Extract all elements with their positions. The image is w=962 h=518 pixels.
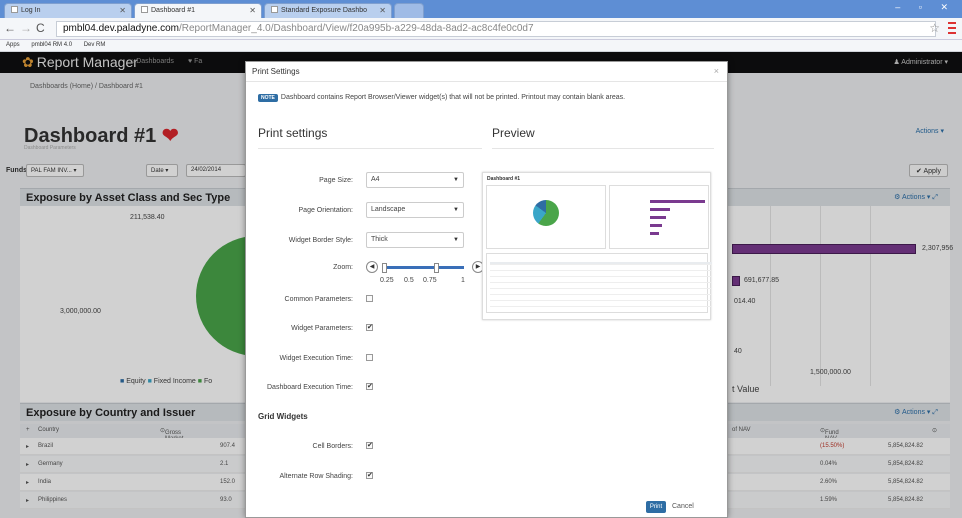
preview-table-row <box>490 286 712 289</box>
preview-table-row <box>490 274 712 277</box>
preview-table-row <box>490 298 712 301</box>
close-icon[interactable]: × <box>714 66 719 76</box>
preview-table-row <box>490 292 712 295</box>
chevron-down-icon: ▼ <box>453 237 459 243</box>
preview-widget-table <box>486 253 712 313</box>
browser-tabbar: Log In ✕ Dashboard #1 ✕ Standard Exposure … <box>0 0 962 18</box>
dashboard-exec-time-label: Dashboard Execution Time: <box>267 384 353 391</box>
common-params-label: Common Parameters: <box>284 296 353 303</box>
dashboard-exec-time-checkbox[interactable]: ✔ <box>366 383 373 390</box>
note-badge: NOTE <box>258 94 278 102</box>
page-size-label: Page Size: <box>319 177 353 184</box>
chevron-down-icon: ▼ <box>453 177 459 183</box>
cell-borders-label: Cell Borders: <box>312 443 353 450</box>
tab-log-in[interactable]: Log In ✕ <box>4 3 132 18</box>
preview-bar <box>650 224 662 227</box>
widget-params-label: Widget Parameters: <box>291 325 353 332</box>
preview-table-row <box>490 268 712 271</box>
url-input[interactable]: pmbl04.dev.paladyne.com/ReportManager_4.… <box>56 21 936 37</box>
chevron-down-icon: ▼ <box>453 207 459 213</box>
close-icon[interactable]: ✕ <box>119 6 126 15</box>
zoom-decrease-icon[interactable]: ◀ <box>366 261 378 273</box>
page-orientation-select[interactable]: Landscape ▼ <box>366 202 464 218</box>
bookmark-dev-rm[interactable]: Dev RM <box>84 42 106 48</box>
print-preview: Dashboard #1 <box>482 172 712 320</box>
preview-doc-title: Dashboard #1 <box>487 176 521 182</box>
preview-bar <box>650 200 705 203</box>
zoom-tick: 1 <box>461 277 465 284</box>
border-style-label: Widget Border Style: <box>288 237 353 244</box>
divider <box>258 148 482 149</box>
star-icon[interactable]: ☆ <box>929 21 940 35</box>
tab-dashboard[interactable]: Dashboard #1 ✕ <box>134 3 262 18</box>
page-icon <box>141 6 148 13</box>
address-bar: ← → C pmbl04.dev.paladyne.com/ReportMana… <box>0 18 962 40</box>
preview-table-row <box>490 262 712 265</box>
print-settings-modal: Print Settings × NOTE Dashboard contains … <box>245 61 728 518</box>
back-icon[interactable]: ← <box>4 21 16 35</box>
page-orientation-label: Page Orientation: <box>298 207 353 214</box>
page-size-select[interactable]: A4 ▼ <box>366 172 464 188</box>
close-icon[interactable]: ✕ <box>249 6 256 15</box>
preview-pie <box>533 200 559 226</box>
preview-bar <box>650 216 666 219</box>
page-icon <box>271 6 278 13</box>
preview-heading: Preview <box>492 126 535 140</box>
menu-icon[interactable] <box>948 22 956 34</box>
modal-header: Print Settings × <box>246 62 727 82</box>
print-settings-heading: Print settings <box>258 126 328 140</box>
common-params-checkbox[interactable] <box>366 295 373 302</box>
preview-table-row <box>490 304 712 307</box>
divider <box>492 148 714 149</box>
close-icon[interactable]: ✕ <box>379 6 386 15</box>
preview-bar <box>650 208 670 211</box>
zoom-label: Zoom: <box>333 264 353 271</box>
page-icon <box>11 6 18 13</box>
zoom-slider-handle[interactable] <box>382 263 387 273</box>
modal-title: Print Settings <box>252 67 300 76</box>
bookmark-apps[interactable]: Apps <box>6 42 20 48</box>
window-controls[interactable]: – ▫ ✕ <box>895 2 956 13</box>
print-button[interactable]: Print <box>646 501 666 513</box>
cancel-button[interactable]: Cancel <box>672 503 694 510</box>
preview-widget-bars <box>609 185 709 249</box>
zoom-tick: 0.25 <box>380 277 394 284</box>
widget-params-checkbox[interactable]: ✔ <box>366 324 373 331</box>
border-style-select[interactable]: Thick ▼ <box>366 232 464 248</box>
bookmark-rm[interactable]: pmbl04 RM 4.0 <box>31 42 72 48</box>
reload-icon[interactable]: C <box>36 21 45 35</box>
print-note: NOTE Dashboard contains Report Browser/Vi… <box>258 94 625 102</box>
cell-borders-checkbox[interactable]: ✔ <box>366 442 373 449</box>
widget-exec-time-label: Widget Execution Time: <box>279 355 353 362</box>
tab-standard-exposure[interactable]: Standard Exposure Dashbo ✕ <box>264 3 392 18</box>
new-tab-button[interactable] <box>394 3 424 18</box>
bookmarks-bar: Apps pmbl04 RM 4.0 Dev RM <box>0 40 962 52</box>
widget-exec-time-checkbox[interactable] <box>366 354 373 361</box>
preview-bar <box>650 232 659 235</box>
zoom-slider-handle[interactable] <box>434 263 440 273</box>
forward-icon[interactable]: → <box>20 21 32 35</box>
alt-row-shading-checkbox[interactable]: ✔ <box>366 472 373 479</box>
zoom-tick: 0.5 <box>404 277 414 284</box>
alt-row-shading-label: Alternate Row Shading: <box>279 473 353 480</box>
grid-widgets-heading: Grid Widgets <box>258 412 308 421</box>
zoom-slider-track[interactable] <box>384 266 464 269</box>
zoom-tick: 0.75 <box>423 277 437 284</box>
preview-widget-asset <box>486 185 606 249</box>
preview-table-row <box>490 280 712 283</box>
